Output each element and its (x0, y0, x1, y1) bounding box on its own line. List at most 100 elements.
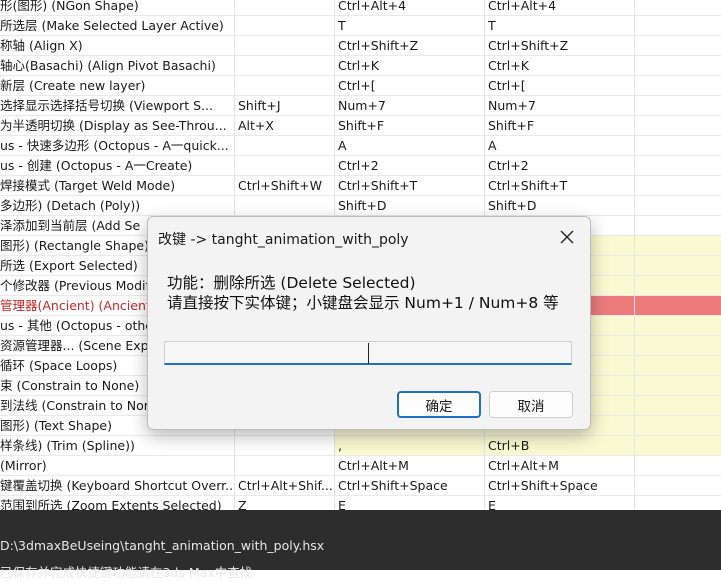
cell-extra (635, 56, 721, 76)
cell-extra (635, 416, 721, 436)
close-icon (560, 230, 574, 244)
cell-extra (635, 396, 721, 416)
dialog-title: 改键 -> tanght_animation_with_poly (158, 232, 409, 248)
cell-extra (635, 296, 721, 316)
status-bar: D:\3dmaxBeUseing\tanght_animation_with_p… (0, 510, 721, 580)
cell-new: E (485, 496, 635, 510)
cancel-button[interactable]: 取消 (489, 391, 573, 418)
table-row[interactable]: 新层 (Create new layer) Ctrl+[Ctrl+[ (0, 76, 721, 96)
table-row[interactable]: 所选层 (Make Selected Layer Active) T T (0, 16, 721, 36)
cell-cur: Ctrl+[ (335, 76, 485, 96)
cell-def (235, 436, 335, 456)
cell-def (235, 136, 335, 156)
table-row[interactable]: us - 创建 (Octopus - A一Create) Ctrl+2 Ctrl+2 (0, 156, 721, 176)
cell-cur: , (335, 436, 485, 456)
ok-button[interactable]: 确定 (397, 391, 481, 418)
cell-cur: Shift+D (335, 196, 485, 216)
close-button[interactable] (554, 225, 580, 249)
table-row[interactable]: 样条线) (Trim (Spline)), Ctrl+B (0, 436, 721, 456)
cell-new: Ctrl+Alt+M (485, 456, 635, 476)
cell-extra (635, 136, 721, 156)
cell-cur: Num+7 (335, 96, 485, 116)
cell-extra (635, 36, 721, 56)
cell-extra (635, 336, 721, 356)
cell-cmd: 焊接模式 (Target Weld Mode) (0, 176, 235, 196)
cell-def (235, 456, 335, 476)
cell-def: Alt+X (235, 116, 335, 136)
cell-cur: Shift+F (335, 116, 485, 136)
cell-def (235, 0, 335, 16)
cell-cmd: 选择显示选择括号切换 (Viewport S... (0, 96, 235, 116)
cell-cmd: 形(图形) (NGon Shape) (0, 0, 235, 16)
cell-def: Shift+J (235, 96, 335, 116)
cell-new: T (485, 16, 635, 36)
cell-cur: Ctrl+Alt+M (335, 456, 485, 476)
cell-extra (635, 356, 721, 376)
rebind-dialog: 改键 -> tanght_animation_with_poly 功能：删除所选… (147, 216, 591, 430)
table-row[interactable]: 选择显示选择括号切换 (Viewport S... Shift+J Num+7 Num… (0, 96, 721, 116)
cell-extra (635, 476, 721, 496)
table-row[interactable]: 形(图形) (NGon Shape) Ctrl+Alt+4 Ctrl+Alt+4 (0, 0, 721, 16)
table-row[interactable]: 焊接模式 (Target Weld Mode) Ctrl+Shift+W Ctrl+… (0, 176, 721, 196)
table-row[interactable]: 为半透明切换 (Display as See-Throu... Alt+X Shif… (0, 116, 721, 136)
cell-cmd: 轴心(Basachi) (Align Pivot Basachi) (0, 56, 235, 76)
cell-cmd: us - 快速多边形 (Octopus - A一quick... (0, 136, 235, 156)
cell-def (235, 36, 335, 56)
cell-extra (635, 0, 721, 16)
cell-cur: Ctrl+Shift+Z (335, 36, 485, 56)
cell-cmd: (Mirror) (0, 456, 235, 476)
cell-cmd: 所选层 (Make Selected Layer Active) (0, 16, 235, 36)
table-row[interactable]: 多边形) (Detach (Poly)) Shift+D Shift+D (0, 196, 721, 216)
cell-cur: Ctrl+Shift+T (335, 176, 485, 196)
instruction-text: 请直接按下实体键；小键盘会显示 Num+1 / Num+8 等 (167, 294, 559, 312)
cell-def: Ctrl+Alt+Shif... (235, 476, 335, 496)
status-message: 已保存并完成快捷键功能请在3ds Max中查找 (0, 565, 253, 580)
cell-cur: A (335, 136, 485, 156)
cell-extra (635, 276, 721, 296)
cell-extra (635, 76, 721, 96)
cell-cur: Ctrl+K (335, 56, 485, 76)
cell-extra (635, 116, 721, 136)
cell-new: Ctrl+Shift+T (485, 176, 635, 196)
table-row[interactable]: us - 快速多边形 (Octopus - A一quick... A A (0, 136, 721, 156)
cell-extra (635, 316, 721, 336)
dialog-message: 功能：删除所选 (Delete Selected) 请直接按下实体键；小键盘会显… (167, 273, 577, 313)
cell-extra (635, 176, 721, 196)
cell-cur: Ctrl+2 (335, 156, 485, 176)
status-path: D:\3dmaxBeUseing\tanght_animation_with_p… (0, 538, 325, 553)
table-row[interactable]: (Mirror) Ctrl+Alt+M Ctrl+Alt+M (0, 456, 721, 476)
table-row[interactable]: 称轴 (Align X) Ctrl+Shift+Z Ctrl+Shift+Z (0, 36, 721, 56)
cell-def: Z (235, 496, 335, 510)
cell-extra (635, 256, 721, 276)
cell-new: Ctrl+B (485, 436, 635, 456)
cell-cmd: 键覆盖切换 (Keyboard Shortcut Overr... (0, 476, 235, 496)
cell-new: Ctrl+Shift+Z (485, 36, 635, 56)
table-row[interactable]: 范围到所选 (Zoom Extents Selected) Z E E (0, 496, 721, 510)
cell-cur: Ctrl+Shift+Space (335, 476, 485, 496)
cell-extra (635, 376, 721, 396)
cell-new: Shift+D (485, 196, 635, 216)
cell-extra (635, 156, 721, 176)
cell-cmd: 多边形) (Detach (Poly)) (0, 196, 235, 216)
cell-extra (635, 496, 721, 510)
cell-new: Ctrl+[ (485, 76, 635, 96)
text-caret (368, 343, 370, 364)
table-row[interactable]: 轴心(Basachi) (Align Pivot Basachi) Ctrl+K C… (0, 56, 721, 76)
cell-def (235, 156, 335, 176)
cell-extra (635, 196, 721, 216)
cell-def (235, 196, 335, 216)
cell-extra (635, 236, 721, 256)
cell-cur: E (335, 496, 485, 510)
cell-def: Ctrl+Shift+W (235, 176, 335, 196)
cell-extra (635, 436, 721, 456)
cell-new: A (485, 136, 635, 156)
function-line: 功能：删除所选 (Delete Selected) (167, 274, 416, 292)
cell-extra (635, 216, 721, 236)
cell-def (235, 76, 335, 96)
cell-new: Ctrl+K (485, 56, 635, 76)
table-row[interactable]: 键覆盖切换 (Keyboard Shortcut Overr... Ctrl+Al… (0, 476, 721, 496)
cell-new: Ctrl+Shift+Space (485, 476, 635, 496)
cell-extra (635, 456, 721, 476)
cell-cmd: 为半透明切换 (Display as See-Throu... (0, 116, 235, 136)
cell-new: Ctrl+Alt+4 (485, 0, 635, 16)
